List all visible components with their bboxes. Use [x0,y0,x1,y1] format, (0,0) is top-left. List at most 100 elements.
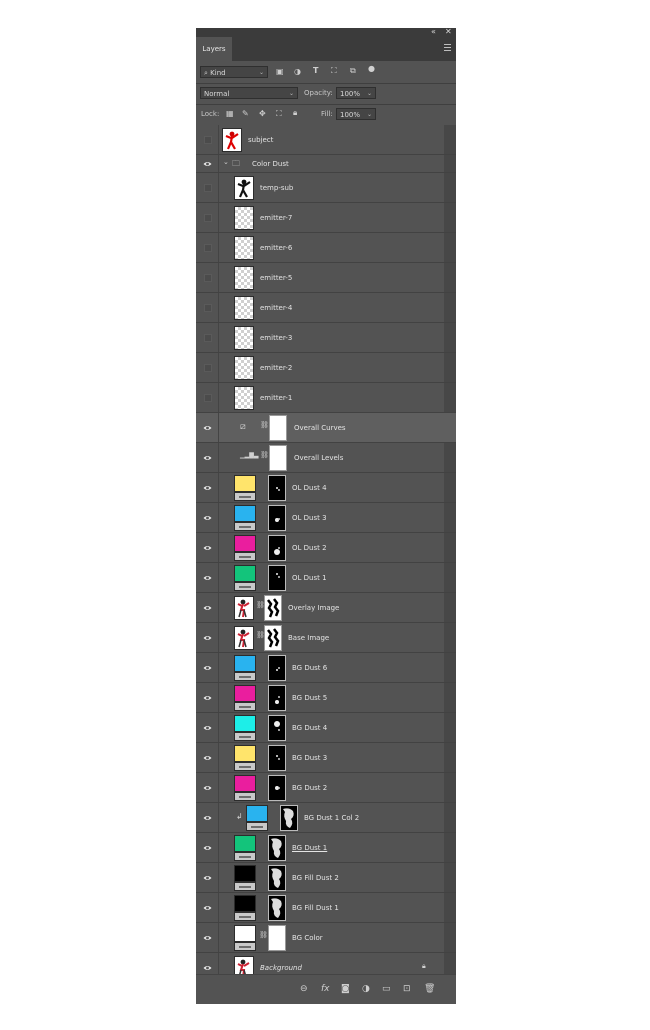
layer-row-emitter-1[interactable]: emitter-1 [196,383,456,413]
layer-mask-thumbnail[interactable] [268,655,286,681]
layer-mask-thumbnail[interactable] [268,475,286,501]
fx-icon[interactable]: fx [321,984,330,994]
eye-icon[interactable] [196,653,219,682]
eye-icon[interactable] [196,473,219,502]
shape-filter-icon[interactable]: ⛶ [331,66,337,76]
opacity-field[interactable]: 100% ⌄ [336,87,376,99]
layer-row-emitter-2[interactable]: emitter-2 [196,353,456,383]
eye-icon[interactable] [196,593,219,622]
visibility-off-box[interactable] [196,293,219,322]
eye-icon[interactable] [196,503,219,532]
layer-row-emitter-7[interactable]: emitter-7 [196,203,456,233]
layer-row-bg-color[interactable]: ⛓ BG Color [196,923,456,953]
delete-layer-icon[interactable]: 🗑︎ [424,984,435,994]
layer-row-bg-fill-dust-1[interactable]: BG Fill Dust 1 [196,893,456,923]
group-expand-icon[interactable]: ⌄ [223,158,229,166]
layer-mask-thumbnail[interactable] [268,685,286,711]
layer-row-emitter-5[interactable]: emitter-5 [196,263,456,293]
layer-row-subject[interactable]: subject [196,125,456,155]
tab-layers[interactable]: Layers [196,37,232,61]
visibility-off-box[interactable] [196,233,219,262]
eye-icon[interactable] [196,443,219,472]
lock-image-icon[interactable]: ✎ [242,109,249,118]
eye-icon[interactable] [196,803,219,832]
layer-row-color-dust[interactable]: ⌄ 🗀︎ Color Dust [196,155,456,173]
eye-icon[interactable] [196,893,219,922]
filter-toggle-icon[interactable]: ● [368,64,375,73]
layer-mask-thumbnail[interactable] [268,565,286,591]
visibility-off-box[interactable] [196,383,219,412]
layer-mask-thumbnail[interactable] [268,775,286,801]
layer-mask-thumbnail[interactable] [268,505,286,531]
layer-mask-thumbnail[interactable] [280,805,298,831]
layer-row-overlay-image[interactable]: ⛓ Overlay Image [196,593,456,623]
layer-row-emitter-6[interactable]: emitter-6 [196,233,456,263]
layer-row-ol-dust-4[interactable]: OL Dust 4 [196,473,456,503]
new-adjustment-icon[interactable]: ◑ [362,984,370,994]
eye-icon[interactable] [196,623,219,652]
visibility-off-box[interactable] [196,173,219,202]
layer-row-bg-dust-5[interactable]: BG Dust 5 [196,683,456,713]
mask-link-icon[interactable]: ⛓ [259,931,268,939]
layer-mask-thumbnail[interactable] [269,445,287,471]
layer-mask-thumbnail[interactable] [268,835,286,861]
eye-icon[interactable] [196,563,219,592]
layer-row-bg-fill-dust-2[interactable]: BG Fill Dust 2 [196,863,456,893]
eye-icon[interactable] [196,863,219,892]
eye-icon[interactable] [196,683,219,712]
eye-icon[interactable] [196,743,219,772]
blend-mode-select[interactable]: Normal ⌄ [200,87,298,99]
kind-filter-select[interactable]: ⌕ Kind ⌄ [200,66,268,78]
layer-mask-thumbnail[interactable] [268,745,286,771]
layer-mask-thumbnail[interactable] [264,595,282,621]
eye-icon[interactable] [196,413,219,442]
layer-mask-thumbnail[interactable] [268,715,286,741]
layer-row-ol-dust-2[interactable]: OL Dust 2 [196,533,456,563]
link-layers-icon[interactable]: ⊖ [300,984,308,994]
layer-row-temp-sub[interactable]: temp-sub [196,173,456,203]
lock-artboard-icon[interactable]: ⛶ [276,109,282,119]
layer-row-ol-dust-3[interactable]: OL Dust 3 [196,503,456,533]
image-filter-icon[interactable]: ▣ [276,67,284,76]
eye-icon[interactable] [196,923,219,952]
close-icon[interactable]: ✕ [445,28,452,36]
eye-icon[interactable] [196,155,219,172]
eye-icon[interactable] [196,773,219,802]
visibility-off-box[interactable] [196,125,219,154]
layer-row-bg-dust-4[interactable]: BG Dust 4 [196,713,456,743]
lock-position-icon[interactable]: ✥ [259,109,266,118]
eye-icon[interactable] [196,833,219,862]
layer-row-bg-dust-1-col-2[interactable]: ↲ BG Dust 1 Col 2 [196,803,456,833]
lock-transparency-icon[interactable]: ▦ [226,109,234,118]
layer-row-bg-dust-2[interactable]: BG Dust 2 [196,773,456,803]
layer-mask-thumbnail[interactable] [269,415,287,441]
layer-row-emitter-4[interactable]: emitter-4 [196,293,456,323]
smart-object-filter-icon[interactable]: ⧉ [350,66,356,76]
layer-row-base-image[interactable]: ⛓ Base Image [196,623,456,653]
layer-row-overall-curves[interactable]: ⧄ ⛓ Overall Curves [196,413,456,443]
layer-row-bg-dust-1[interactable]: BG Dust 1 [196,833,456,863]
visibility-off-box[interactable] [196,353,219,382]
layer-row-emitter-3[interactable]: emitter-3 [196,323,456,353]
layer-mask-thumbnail[interactable] [268,925,286,951]
fill-field[interactable]: 100% ⌄ [336,108,376,120]
layer-row-ol-dust-1[interactable]: OL Dust 1 [196,563,456,593]
layer-mask-thumbnail[interactable] [268,535,286,561]
layer-mask-thumbnail[interactable] [268,895,286,921]
lock-all-icon[interactable]: 🔒︎ [293,108,297,118]
visibility-off-box[interactable] [196,263,219,292]
layer-mask-thumbnail[interactable] [264,625,282,651]
layer-row-bg-dust-6[interactable]: BG Dust 6 [196,653,456,683]
eye-icon[interactable] [196,533,219,562]
add-mask-icon[interactable]: ◙ [341,984,350,994]
double-chevron-icon[interactable]: « [431,28,436,36]
adjustment-filter-icon[interactable]: ◑ [294,67,301,76]
new-layer-icon[interactable]: ⊡ [403,984,411,994]
type-filter-icon[interactable]: T [313,66,318,75]
mask-link-icon[interactable]: ⛓ [260,451,269,459]
visibility-off-box[interactable] [196,323,219,352]
panel-menu-icon[interactable] [444,44,451,53]
eye-icon[interactable] [196,713,219,742]
mask-link-icon[interactable]: ⛓ [260,421,269,429]
layer-row-bg-dust-3[interactable]: BG Dust 3 [196,743,456,773]
